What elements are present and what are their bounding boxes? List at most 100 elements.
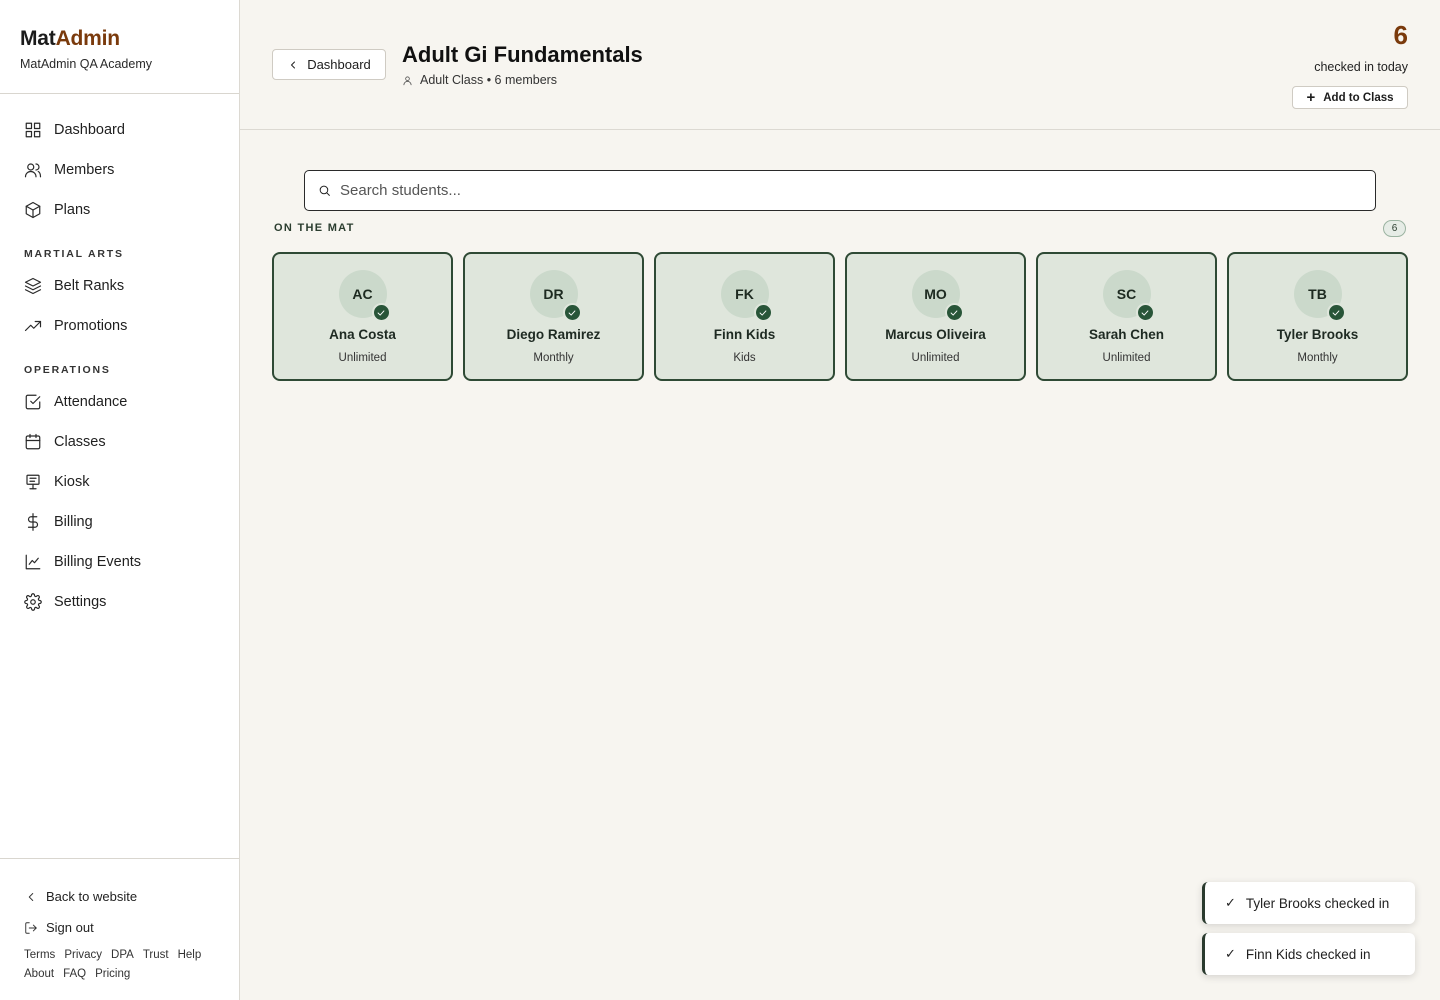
toast-text: Finn Kids checked in [1245, 946, 1371, 962]
toast-notification[interactable]: ✓ Finn Kids checked in [1202, 933, 1415, 975]
sidebar-item-label: Settings [54, 594, 107, 610]
members-icon [24, 163, 42, 178]
sidebar-item-label: Billing [54, 514, 93, 530]
sidebar-item-label: Belt Ranks [54, 278, 125, 294]
sidebar-item-belt-ranks[interactable]: Belt Ranks [0, 266, 239, 306]
student-card[interactable]: MO Marcus Oliveira Unlimited [845, 252, 1026, 381]
footer-link-pricing[interactable]: Pricing [95, 968, 130, 987]
checked-in-label: checked in today [1314, 60, 1408, 74]
student-plan: Kids [733, 352, 756, 364]
toast-text: Tyler Brooks checked in [1245, 895, 1390, 911]
footer-links: Terms Privacy DPA Trust Help About FAQ P… [24, 949, 224, 987]
student-plan: Monthly [533, 352, 574, 364]
brand-name-part2: Admin [55, 27, 121, 50]
student-name: Ana Costa [329, 327, 396, 342]
sidebar-item-label: Plans [54, 202, 91, 218]
brand: MatAdmin MatAdmin QA Academy [0, 0, 239, 94]
add-to-class-label: Add to Class [1323, 91, 1394, 104]
check-icon: ✓ [1225, 895, 1236, 910]
back-to-website-link[interactable]: Back to website [24, 881, 239, 912]
sidebar-item-label: Classes [54, 434, 106, 450]
sign-out-label: Sign out [46, 920, 94, 935]
student-plan: Unlimited [911, 352, 960, 364]
trend-up-icon [24, 320, 42, 332]
sidebar-item-dashboard[interactable]: Dashboard [0, 110, 239, 150]
dashboard-icon [25, 122, 41, 138]
checked-in-icon [562, 303, 582, 322]
toast-notification[interactable]: ✓ Tyler Brooks checked in [1202, 882, 1415, 924]
checked-in-icon [371, 303, 391, 322]
check-square-icon [25, 394, 41, 410]
plus-icon: + [1306, 89, 1316, 106]
checked-in-icon [1135, 303, 1155, 322]
footer-link-dpa[interactable]: DPA [111, 949, 134, 968]
student-card[interactable]: TB Tyler Brooks Monthly [1227, 252, 1408, 381]
sidebar-item-members[interactable]: Members [0, 150, 239, 190]
checked-in-count: 6 [1393, 20, 1408, 50]
student-card[interactable]: SC Sarah Chen Unlimited [1036, 252, 1217, 381]
add-to-class-button[interactable]: + Add to Class [1292, 86, 1408, 109]
nav-section-martial-arts: MARTIAL ARTS [24, 248, 124, 260]
student-plan: Monthly [1297, 352, 1338, 364]
student-card[interactable]: FK Finn Kids Kids [654, 252, 835, 381]
student-cards: AC Ana Costa Unlimited DR Diego Ramirez … [272, 252, 1408, 381]
footer-link-terms[interactable]: Terms [24, 949, 55, 968]
nav-section-operations: OPERATIONS [24, 364, 111, 376]
sidebar-item-plans[interactable]: Plans [0, 190, 239, 230]
sidebar-item-classes[interactable]: Classes [0, 422, 239, 462]
brand-name-part1: Mat [20, 27, 56, 50]
sidebar-nav: Dashboard Members Plans MARTIAL ARTS Bel… [0, 94, 239, 622]
user-icon [403, 75, 412, 85]
brand-logo[interactable]: MatAdmin [20, 27, 219, 51]
dollar-icon [27, 513, 39, 531]
student-search [304, 170, 1376, 211]
sidebar-item-attendance[interactable]: Attendance [0, 382, 239, 422]
student-card[interactable]: AC Ana Costa Unlimited [272, 252, 453, 381]
student-name: Diego Ramirez [506, 327, 601, 342]
box-icon [25, 201, 41, 219]
student-name: Tyler Brooks [1276, 327, 1359, 342]
student-name: Finn Kids [713, 327, 776, 342]
page-title: Adult Gi Fundamentals [402, 42, 643, 67]
academy-name: MatAdmin QA Academy [20, 57, 153, 71]
back-to-website-label: Back to website [46, 889, 138, 904]
student-plan: Unlimited [1102, 352, 1151, 364]
sidebar-item-billing-events[interactable]: Billing Events [0, 542, 239, 582]
footer-link-privacy[interactable]: Privacy [64, 949, 102, 968]
check-icon: ✓ [1225, 946, 1236, 961]
sign-out-link[interactable]: Sign out [24, 912, 239, 943]
sidebar-item-label: Dashboard [54, 122, 125, 138]
roster-count-badge: 6 [1383, 220, 1406, 237]
sidebar-item-label: Kiosk [54, 474, 90, 490]
checked-in-icon [1326, 303, 1346, 322]
sidebar-item-kiosk[interactable]: Kiosk [0, 462, 239, 502]
search-input[interactable] [340, 182, 1340, 199]
sidebar-item-promotions[interactable]: Promotions [0, 306, 239, 346]
sidebar-item-settings[interactable]: Settings [0, 582, 239, 622]
checked-in-icon [753, 303, 773, 322]
chevron-left-icon [291, 61, 296, 68]
footer-link-faq[interactable]: FAQ [63, 968, 86, 987]
sidebar-item-billing[interactable]: Billing [0, 502, 239, 542]
student-name: Marcus Oliveira [885, 327, 986, 342]
page-header: Dashboard Adult Gi Fundamentals Adult Cl… [240, 0, 1440, 130]
layers-icon [24, 277, 42, 295]
section-label-on-the-mat: ON THE MAT [274, 222, 355, 234]
class-meta-text: Adult Class • 6 members [420, 73, 558, 87]
sidebar-item-label: Billing Events [54, 554, 142, 570]
gear-icon [24, 593, 42, 611]
sidebar-bottom: Back to website Sign out Terms Privacy D… [0, 858, 239, 987]
search-icon [319, 185, 330, 196]
checked-in-icon [944, 303, 964, 322]
calendar-icon [25, 433, 41, 450]
sidebar-item-label: Attendance [54, 394, 128, 410]
sign-out-icon [25, 921, 37, 934]
footer-link-trust[interactable]: Trust [143, 949, 169, 968]
kiosk-icon [26, 474, 40, 490]
back-to-dashboard-button[interactable]: Dashboard [272, 49, 386, 80]
footer-link-about[interactable]: About [24, 968, 54, 987]
student-card[interactable]: DR Diego Ramirez Monthly [463, 252, 644, 381]
class-meta: Adult Class • 6 members [402, 73, 557, 87]
footer-link-help[interactable]: Help [178, 949, 202, 968]
student-plan: Unlimited [338, 352, 387, 364]
